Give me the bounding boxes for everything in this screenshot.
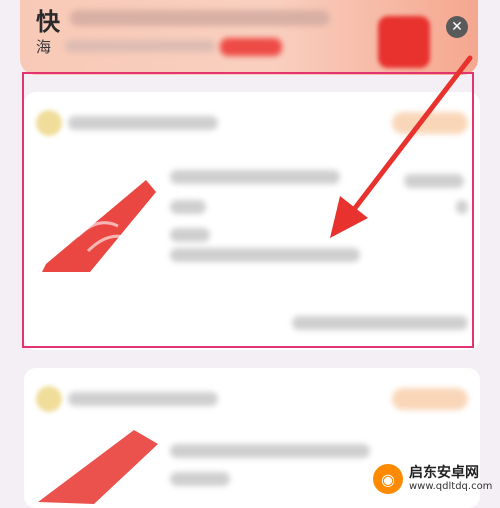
banner-blurred-subtitle [65,40,215,52]
gift-icon [378,16,430,68]
order-total-blurred [292,316,468,330]
banner-subtitle: 海 [36,38,52,56]
flight-detail-blurred [170,200,206,214]
flight-qty-blurred [456,200,468,214]
banner-title: 快 [36,8,60,36]
order-card[interactable] [24,92,480,350]
site-watermark: ◉ 启东安卓网 www.qdltdq.com [373,460,498,498]
shop-name-blurred [68,392,218,406]
watermark-logo-icon: ◉ [373,464,403,494]
flight-detail-blurred [170,472,230,486]
shop-logo-icon [36,110,62,136]
banner-blurred-title [70,10,330,26]
flight-title-blurred [170,444,370,458]
banner-blurred-button [220,38,282,56]
order-status-badge [392,388,468,410]
airline-tail-logo-icon [42,180,156,272]
flight-price-blurred [404,174,464,188]
shop-logo-icon [36,386,62,412]
flight-meta-blurred [170,248,360,262]
watermark-url: www.qdltdq.com [409,481,493,493]
shop-name-blurred [68,116,218,130]
airline-tail-logo-icon [38,430,158,504]
order-status-badge [392,112,468,134]
flight-extra-blurred [170,228,210,242]
flight-title-blurred [170,170,340,184]
promo-banner[interactable]: 快 海 ✕ [20,0,478,75]
watermark-name: 启东安卓网 [409,464,479,481]
banner-close-button[interactable]: ✕ [446,16,468,38]
